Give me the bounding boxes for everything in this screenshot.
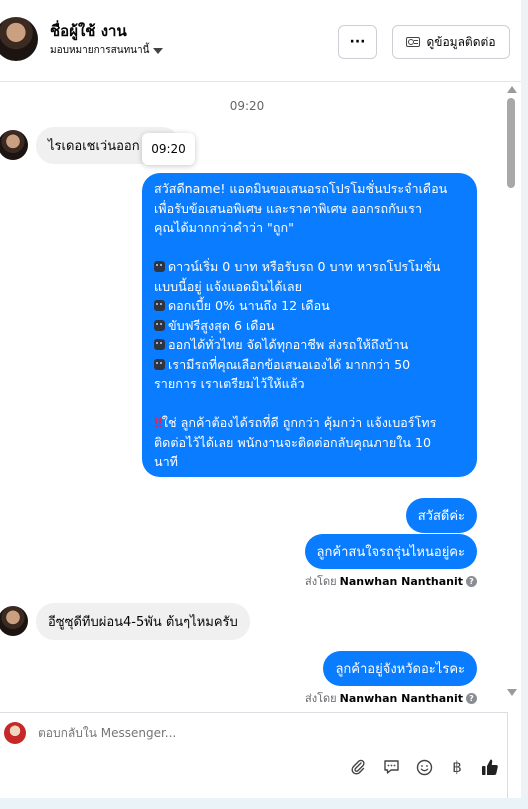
chat-scrollbar[interactable] [504, 84, 518, 700]
emoji-icon[interactable] [414, 757, 434, 777]
conversation-header: ชื่อผู้ใช้ งาน มอบหมายการสนทนานี้ ··· ดู… [0, 0, 521, 82]
help-icon[interactable]: ? [466, 692, 477, 704]
message-line: เพื่อรับข้อเสนอพิเศษ และราคาพิเศษ ออกรถก… [154, 200, 422, 216]
time-separator: 09:20 [229, 99, 265, 113]
message-line-row: เรามีรถที่คุณเลือกข้อเสนอเองได้ มากกว่า … [154, 355, 465, 375]
message-line: นาที [154, 454, 178, 469]
message-line: สวัสดีname! แอดมินขอเสนอรถโปรโมชั่นประจำ… [154, 181, 448, 196]
sender-name: Nanwhan Nanthanit [339, 574, 463, 588]
contact-card-icon [406, 37, 421, 47]
conversation-panel: ชื่อผู้ใช้ งาน มอบหมายการสนทนานี้ ··· ดู… [0, 0, 521, 798]
assign-conversation-dropdown[interactable]: มอบหมายการสนทนานี้ [50, 43, 164, 58]
outgoing-message[interactable]: ลูกค้าสนใจรถรุ่นไหนอยู่คะ [304, 534, 477, 569]
composer-toolbar: ฿ [348, 757, 500, 777]
incoming-message[interactable]: อีซูซุดีทีบผ่อน4-5พัน ต้นๆไหมครับ [36, 603, 250, 640]
message-composer: ฿ [0, 712, 508, 798]
message-line-row: ดอกเบี้ย 0% นานถึง 12 เดือน [154, 296, 465, 316]
payment-baht-icon[interactable]: ฿ [447, 757, 467, 777]
assign-label: มอบหมายการสนทนานี้ [50, 45, 150, 56]
message-line-row: ออกได้ทั่วไทย จัดได้ทุกอาชีพ ส่งรถให้ถึง… [154, 335, 465, 355]
outgoing-message[interactable]: สวัสดีค่ะ [405, 498, 477, 533]
saved-replies-icon[interactable] [381, 757, 401, 777]
contact-avatar-small [0, 606, 28, 636]
message-line: แบบนี้อยู่ แจ้งแอดมินได้เลย [154, 278, 302, 294]
more-options-button[interactable]: ··· [338, 25, 377, 59]
outgoing-promo-message[interactable]: สวัสดีname! แอดมินขอเสนอรถโปรโมชั่นประจำ… [142, 173, 477, 477]
attachment-icon[interactable] [348, 757, 368, 777]
thumbs-up-icon[interactable] [480, 757, 500, 777]
message-line: คุณได้มากกว่าคำว่า "ถูก" [154, 220, 294, 235]
contact-name[interactable]: ชื่อผู้ใช้ งาน [50, 19, 127, 43]
scroll-down-arrow-icon[interactable] [507, 689, 517, 696]
timestamp-tooltip: 09:20 [142, 133, 195, 165]
view-contact-info-button[interactable]: ดูข้อมูลติดต่อ [392, 25, 510, 59]
sender-name: Nanwhan Nanthanit [339, 691, 463, 705]
message-line-row: ‼ใช่ ลูกค้าต้องได้รถที่ดี ถูกกว่า คุ้มกว… [154, 413, 465, 433]
message-line: ออกได้ทั่วไทย จัดได้ทุกอาชีพ ส่งรถให้ถึง… [168, 337, 409, 352]
scrollbar-thumb[interactable] [507, 98, 515, 188]
message-line-row: ดาวน์เริ่ม 0 บาท หรือรับรถ 0 บาท หารถโปร… [154, 257, 465, 277]
message-line: รายการ เราเตรียมไว้ให้แล้ว [154, 376, 305, 391]
help-icon[interactable]: ? [466, 575, 477, 587]
message-line: ดอกเบี้ย 0% นานถึง 12 เดือน [168, 298, 330, 313]
contact-avatar[interactable] [0, 17, 38, 61]
robot-emoji-icon [154, 261, 165, 272]
sent-by-prefix: ส่งโดย [305, 692, 337, 705]
robot-emoji-icon [154, 339, 165, 350]
scroll-up-arrow-icon[interactable] [507, 86, 517, 93]
message-line: ขับฟรีสูงสุด 6 เดือน [168, 317, 275, 333]
sent-by-label: ส่งโดย Nanwhan Nanthanit ? [305, 572, 477, 590]
message-line: ใช่ ลูกค้าต้องได้รถที่ดี ถูกกว่า คุ้มกว่… [161, 415, 437, 430]
message-line: ติดต่อไว้ได้เลย พนักงานจะติดต่อกลับคุณภา… [154, 434, 432, 450]
message-line: ดาวน์เริ่ม 0 บาท หรือรับรถ 0 บาท หารถโปร… [168, 259, 441, 274]
view-contact-info-label: ดูข้อมูลติดต่อ [426, 34, 496, 49]
message-line: เรามีรถที่คุณเลือกข้อเสนอเองได้ มากกว่า … [168, 356, 411, 372]
robot-emoji-icon [154, 358, 165, 370]
reply-input[interactable] [38, 726, 338, 740]
exclamation-emoji-icon: ‼ [154, 415, 162, 430]
outgoing-message[interactable]: ลูกค้าอยู่จังหวัดอะไรคะ [323, 651, 477, 686]
caret-down-icon [153, 47, 164, 54]
robot-emoji-icon [154, 319, 165, 331]
message-line-row: ขับฟรีสูงสุด 6 เดือน [154, 316, 465, 336]
sent-by-prefix: ส่งโดย [305, 575, 337, 588]
sent-by-label: ส่งโดย Nanwhan Nanthanit ? [305, 689, 477, 707]
contact-avatar-small [0, 130, 28, 160]
window-bottom-strip [0, 798, 528, 809]
robot-emoji-icon [154, 300, 165, 311]
page-avatar [4, 722, 26, 744]
